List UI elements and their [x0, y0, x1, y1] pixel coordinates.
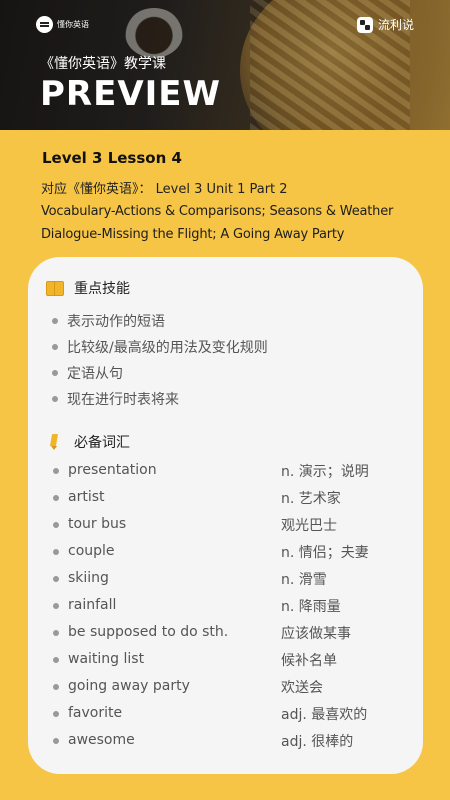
vocab-heading: 必备词汇: [46, 432, 130, 452]
content-card: 重点技能 表示动作的短语 比较级/最高级的用法及变化规则 定语从句 现在进行时表…: [28, 257, 423, 774]
vocab-row: couple n. 情侣；夫妻: [53, 542, 403, 562]
vocab-row: tour bus 观光巴士: [53, 515, 403, 535]
vocab-word: tour bus: [68, 516, 127, 532]
skills-heading-label: 重点技能: [74, 281, 130, 297]
vocab-meaning: 应该做某事: [281, 626, 351, 642]
lesson-correspondence: 对应《懂你英语》： Level 3 Unit 1 Part 2: [41, 182, 288, 197]
skills-heading: 重点技能: [46, 278, 130, 298]
vocab-meaning: n. 演示；说明: [281, 464, 369, 480]
lesson-title: Level 3 Lesson 4: [42, 149, 182, 167]
vocab-word: couple: [68, 543, 115, 559]
skill-item: 现在进行时表将来: [52, 389, 179, 409]
book-icon: [46, 281, 64, 296]
vocab-meaning: adj. 最喜欢的: [281, 707, 368, 723]
app-badge: 流利说: [356, 16, 414, 33]
skill-item: 定语从句: [52, 363, 123, 383]
lesson-topic-vocabulary: Vocabulary-Actions & Comparisons; Season…: [41, 204, 394, 219]
vocab-meaning: n. 艺术家: [281, 491, 341, 507]
vocab-word: artist: [68, 489, 105, 505]
vocab-meaning: n. 降雨量: [281, 599, 341, 615]
app-name: 流利说: [377, 18, 414, 32]
brand-text: 懂你英语: [57, 20, 89, 29]
vocab-row: awesome adj. 很棒的: [53, 731, 403, 751]
course-title: 《懂你英语》教学课: [40, 56, 166, 72]
preview-title: PREVIEW: [40, 74, 222, 114]
vocab-row: skiing n. 滑雪: [53, 569, 403, 589]
pen-icon: [46, 434, 64, 450]
hero-banner: 懂你英语 流利说 《懂你英语》教学课 PREVIEW: [0, 0, 450, 130]
vocab-word: presentation: [68, 462, 157, 478]
vocab-word: awesome: [68, 732, 135, 748]
vocab-meaning: 欢送会: [281, 680, 323, 696]
vocab-row: rainfall n. 降雨量: [53, 596, 403, 616]
vocab-meaning: 候补名单: [281, 653, 337, 669]
vocab-row: going away party 欢送会: [53, 677, 403, 697]
vocab-word: skiing: [68, 570, 109, 586]
vocab-heading-label: 必备词汇: [74, 435, 130, 451]
vocab-word: favorite: [68, 705, 123, 721]
vocab-word: rainfall: [68, 597, 117, 613]
vocab-meaning: adj. 很棒的: [281, 734, 354, 750]
vocab-row: artist n. 艺术家: [53, 488, 403, 508]
lesson-topic-dialogue: Dialogue-Missing the Flight; A Going Awa…: [41, 227, 345, 242]
skill-item: 比较级/最高级的用法及变化规则: [52, 337, 268, 357]
liulishuo-logo-icon: [356, 16, 373, 33]
vocab-row: be supposed to do sth. 应该做某事: [53, 623, 403, 643]
vocab-word: going away party: [68, 678, 190, 694]
vocab-meaning: n. 情侣；夫妻: [281, 545, 369, 561]
vocab-meaning: 观光巴士: [281, 518, 337, 534]
brand-logo: 懂你英语: [36, 16, 89, 33]
vocab-meaning: n. 滑雪: [281, 572, 327, 588]
vocab-word: be supposed to do sth.: [68, 624, 229, 640]
vocab-row: waiting list 候补名单: [53, 650, 403, 670]
brand-logo-icon: [36, 16, 53, 33]
vocab-word: waiting list: [68, 651, 145, 667]
vocab-row: favorite adj. 最喜欢的: [53, 704, 403, 724]
skill-item: 表示动作的短语: [52, 311, 165, 331]
vocab-row: presentation n. 演示；说明: [53, 461, 403, 481]
